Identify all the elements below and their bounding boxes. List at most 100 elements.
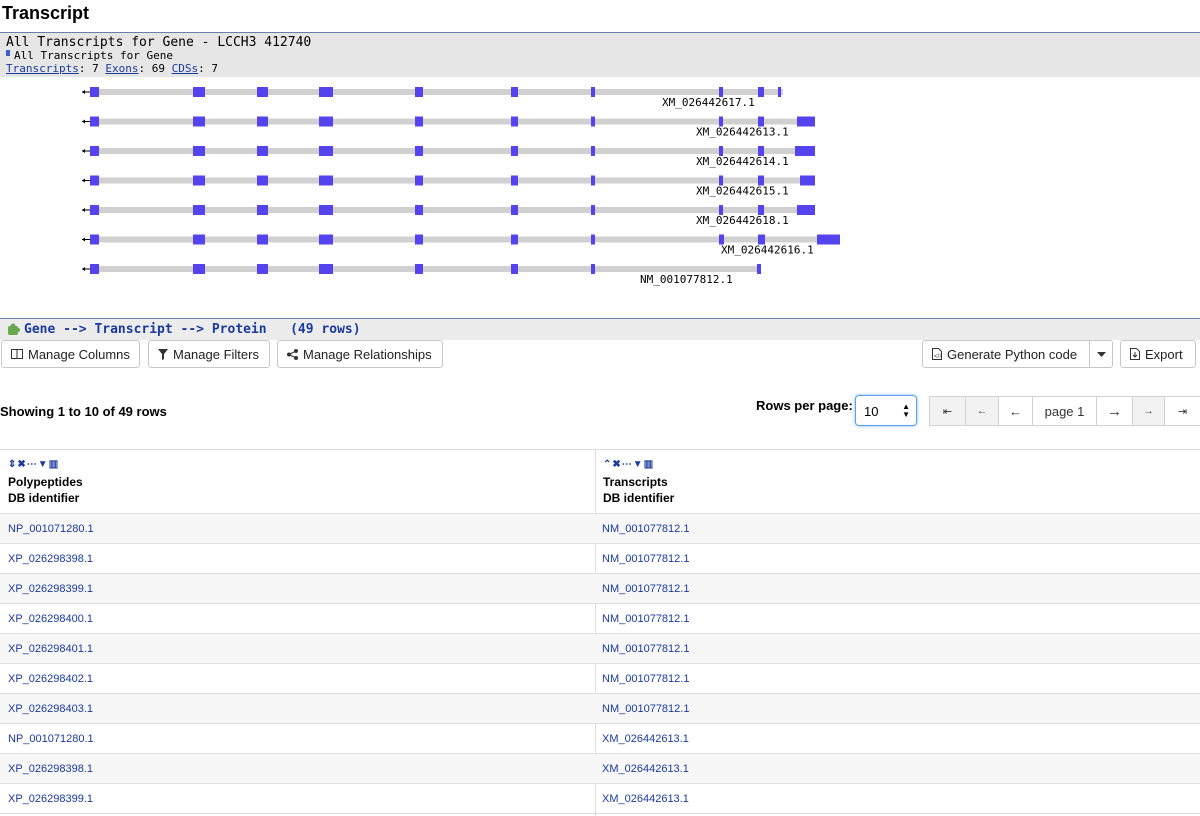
exon-block[interactable]: [415, 205, 423, 215]
polypeptide-id-link[interactable]: XP_026298401.1: [8, 643, 93, 655]
polypeptide-id-link[interactable]: XP_026298403.1: [8, 703, 93, 715]
transcript-id-link[interactable]: NM_001077812.1: [602, 583, 689, 595]
exon-block[interactable]: [817, 234, 840, 245]
exon-block[interactable]: [319, 146, 333, 156]
transcript-id-link[interactable]: NM_001077812.1: [602, 703, 689, 715]
transcript-id-link[interactable]: NM_001077812.1: [602, 673, 689, 685]
exon-block[interactable]: [415, 264, 423, 274]
exon-block[interactable]: [591, 175, 595, 186]
cdss-link[interactable]: CDSs: [172, 62, 199, 75]
exon-block[interactable]: [415, 87, 423, 97]
exon-block[interactable]: [193, 264, 205, 274]
exon-block[interactable]: [90, 264, 99, 274]
exon-block[interactable]: [795, 146, 815, 156]
transcript-track-label[interactable]: XM_026442616.1: [721, 244, 814, 257]
exon-block[interactable]: [257, 234, 268, 245]
exon-block[interactable]: [797, 205, 815, 215]
transcript-id-link[interactable]: XM_026442613.1: [602, 763, 689, 775]
exon-block[interactable]: [257, 146, 268, 156]
exon-block[interactable]: [257, 264, 268, 274]
exon-block[interactable]: [90, 146, 99, 156]
exon-block[interactable]: [193, 175, 205, 186]
exon-block[interactable]: [778, 87, 781, 97]
exon-block[interactable]: [415, 146, 423, 156]
transcripts-link[interactable]: Transcripts: [6, 62, 79, 75]
exon-block[interactable]: [511, 87, 518, 97]
last-page-button[interactable]: ⇥: [1164, 396, 1200, 426]
exon-block[interactable]: [193, 146, 205, 156]
exon-block[interactable]: [193, 234, 205, 245]
manage-relationships-button[interactable]: Manage Relationships: [277, 340, 443, 368]
exon-block[interactable]: [591, 234, 595, 245]
exon-block[interactable]: [591, 146, 595, 156]
exon-block[interactable]: [257, 87, 268, 97]
exon-block[interactable]: [511, 264, 518, 274]
exon-block[interactable]: [511, 234, 518, 245]
exon-block[interactable]: [257, 116, 268, 127]
rows-per-page-select[interactable]: 10 ▲ ▼: [855, 395, 917, 426]
exon-block[interactable]: [415, 175, 423, 186]
exon-block[interactable]: [90, 116, 99, 127]
transcript-id-link[interactable]: NM_001077812.1: [602, 553, 689, 565]
exon-block[interactable]: [90, 87, 99, 97]
summary-chart-icon[interactable]: ▥: [49, 459, 59, 470]
transcript-id-link[interactable]: XM_026442613.1: [602, 733, 689, 745]
summary-chart-icon[interactable]: ▥: [644, 459, 654, 470]
transcript-track-label[interactable]: XM_026442613.1: [696, 126, 789, 139]
transcript-track-label[interactable]: XM_026442617.1: [662, 96, 755, 109]
exon-block[interactable]: [797, 116, 815, 127]
exon-block[interactable]: [319, 264, 333, 274]
exon-block[interactable]: [511, 116, 518, 127]
polypeptide-id-link[interactable]: XP_026298399.1: [8, 793, 93, 805]
prev-page-button[interactable]: ←: [998, 396, 1033, 426]
transcript-track-label[interactable]: XM_026442615.1: [696, 185, 789, 198]
exon-block[interactable]: [511, 146, 518, 156]
exon-block[interactable]: [319, 175, 333, 186]
manage-columns-button[interactable]: Manage Columns: [1, 340, 140, 368]
exon-block[interactable]: [257, 205, 268, 215]
exon-block[interactable]: [319, 234, 333, 245]
exon-block[interactable]: [800, 175, 815, 186]
exon-block[interactable]: [90, 205, 99, 215]
next-step-button[interactable]: →: [1132, 396, 1165, 426]
transcript-track-label[interactable]: NM_001077812.1: [640, 273, 733, 286]
remove-column-icon[interactable]: ✖: [17, 459, 26, 470]
polypeptide-id-link[interactable]: XP_026298399.1: [8, 583, 93, 595]
filter-icon[interactable]: ▼: [633, 459, 644, 470]
transcript-id-link[interactable]: NM_001077812.1: [602, 523, 689, 535]
transcript-track-label[interactable]: XM_026442618.1: [696, 214, 789, 227]
sort-both-icon[interactable]: ⇕: [8, 459, 17, 470]
exon-block[interactable]: [319, 205, 333, 215]
exon-block[interactable]: [90, 175, 99, 186]
exon-block[interactable]: [90, 234, 99, 245]
manage-filters-button[interactable]: Manage Filters: [148, 340, 270, 368]
transcript-id-link[interactable]: NM_001077812.1: [602, 613, 689, 625]
transcript-track-label[interactable]: XM_026442614.1: [696, 155, 789, 168]
export-button[interactable]: Export: [1120, 340, 1196, 368]
prev-step-button[interactable]: ←: [965, 396, 999, 426]
exon-block[interactable]: [319, 116, 333, 127]
exon-block[interactable]: [591, 264, 595, 274]
exon-block[interactable]: [591, 116, 595, 127]
remove-column-icon[interactable]: ✖: [612, 459, 621, 470]
exons-link[interactable]: Exons: [105, 62, 138, 75]
filter-icon[interactable]: ▼: [38, 459, 49, 470]
exon-block[interactable]: [511, 205, 518, 215]
more-icon[interactable]: ⋯: [622, 459, 633, 470]
polypeptide-id-link[interactable]: NP_001071280.1: [8, 523, 94, 535]
generate-python-dropdown[interactable]: [1089, 340, 1113, 368]
exon-block[interactable]: [758, 87, 764, 97]
more-icon[interactable]: ⋯: [27, 459, 38, 470]
polypeptide-id-link[interactable]: XP_026298398.1: [8, 553, 93, 565]
exon-block[interactable]: [757, 264, 761, 274]
sort-asc-icon[interactable]: ⌃: [603, 459, 612, 470]
exon-block[interactable]: [257, 175, 268, 186]
transcript-id-link[interactable]: NM_001077812.1: [602, 643, 689, 655]
exon-block[interactable]: [193, 116, 205, 127]
exon-block[interactable]: [415, 234, 423, 245]
exon-block[interactable]: [591, 205, 595, 215]
polypeptide-id-link[interactable]: XP_026298402.1: [8, 673, 93, 685]
exon-block[interactable]: [319, 87, 333, 97]
generate-python-button[interactable]: </> Generate Python code: [922, 340, 1090, 368]
exon-block[interactable]: [511, 175, 518, 186]
